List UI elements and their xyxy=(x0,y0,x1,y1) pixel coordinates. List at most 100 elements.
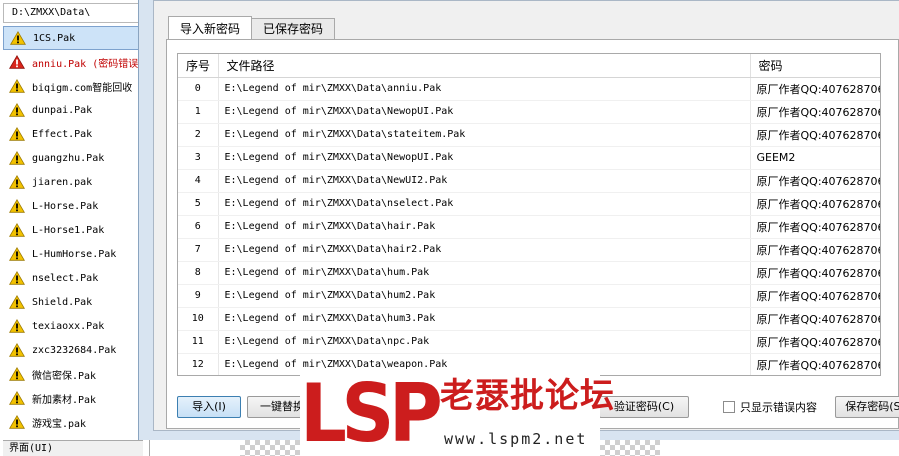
watermark-logo-text: LSP xyxy=(300,367,443,456)
cell-path: E:\Legend of mir\ZMXX\Data\hum3.Pak xyxy=(218,307,751,331)
table-row[interactable]: 1 E:\Legend of mir\ZMXX\Data\NewopUI.Pak 原… xyxy=(178,100,880,124)
file-list-item[interactable]: nselect.Pak xyxy=(3,266,150,290)
dialog-body: 导入新密码 已保存密码 序号 文件路径 密码 0 E:\Legend of mi… xyxy=(153,0,899,431)
file-name: texiaoxx.Pak xyxy=(32,320,105,332)
cell-index: 8 xyxy=(178,261,219,285)
warning-icon xyxy=(9,247,25,261)
table-row[interactable]: 5 E:\Legend of mir\ZMXX\Data\nselect.Pak 原… xyxy=(178,192,880,216)
table-row[interactable]: 10 E:\Legend of mir\ZMXX\Data\hum3.Pak 原厂作… xyxy=(178,307,880,331)
tab-import-new[interactable]: 导入新密码 xyxy=(168,16,253,40)
file-name: L-Horse.Pak xyxy=(32,200,99,212)
table-row[interactable]: 3 E:\Legend of mir\ZMXX\Data\NewopUI.Pak G… xyxy=(178,146,880,170)
table-row[interactable]: 8 E:\Legend of mir\ZMXX\Data\hum.Pak 原厂作者Q… xyxy=(178,261,880,285)
file-list-item[interactable]: texiaoxx.Pak xyxy=(3,314,150,338)
column-header-path[interactable]: 文件路径 xyxy=(218,54,751,78)
cell-password: 原厂作者QQ:407628706 xyxy=(750,77,880,101)
cell-password: 原厂作者QQ:407628706 xyxy=(750,238,880,262)
cell-index: 11 xyxy=(178,330,219,354)
table-row[interactable]: 6 E:\Legend of mir\ZMXX\Data\hair.Pak 原厂作者… xyxy=(178,215,880,239)
file-list-item[interactable]: 微信密保.Pak xyxy=(3,362,150,386)
cell-path: E:\Legend of mir\ZMXX\Data\nselect.Pak xyxy=(218,192,751,216)
checkbox-box[interactable] xyxy=(723,401,735,413)
file-list-item[interactable]: guangzhu.Pak xyxy=(3,146,150,170)
cell-path: E:\Legend of mir\ZMXX\Data\npc.Pak xyxy=(218,330,751,354)
file-list-item[interactable]: 1CS.Pak xyxy=(3,26,150,50)
file-list-item[interactable]: jiaren.pak xyxy=(3,170,150,194)
file-list-item[interactable]: biqigm.com智能回收 xyxy=(3,74,150,98)
save-password-button[interactable]: 保存密码(S) xyxy=(835,396,899,418)
file-list-item[interactable]: L-HumHorse.Pak xyxy=(3,242,150,266)
import-button[interactable]: 导入(I) xyxy=(177,396,241,418)
file-list-item[interactable]: anniu.Pak (密码错误) xyxy=(3,50,150,74)
cell-password: 原厂作者QQ:407628706 xyxy=(750,215,880,239)
file-name: dunpai.Pak xyxy=(32,104,93,116)
cell-path: E:\Legend of mir\ZMXX\Data\NewUI2.Pak xyxy=(218,169,751,193)
app-window: D:\ZMXX\Data\ 1CS.Pak anniu.Pak (密码错误) biq… xyxy=(0,0,899,456)
column-header-index[interactable]: 序号 xyxy=(178,54,219,78)
cell-index: 6 xyxy=(178,215,219,239)
file-list-item[interactable]: zxc3232684.Pak xyxy=(3,338,150,362)
file-list-item[interactable]: 新加素材.Pak xyxy=(3,386,150,410)
tab-panel: 序号 文件路径 密码 0 E:\Legend of mir\ZMXX\Data\a… xyxy=(166,39,899,429)
table-row[interactable]: 4 E:\Legend of mir\ZMXX\Data\NewUI2.Pak 原厂… xyxy=(178,169,880,193)
cell-index: 9 xyxy=(178,284,219,308)
cell-password: 原厂作者QQ:407628706 xyxy=(750,261,880,285)
warning-icon xyxy=(9,271,25,285)
warning-icon xyxy=(9,175,25,189)
warning-icon xyxy=(9,103,25,117)
cell-path: E:\Legend of mir\ZMXX\Data\stateitem.Pak xyxy=(218,123,751,147)
file-name: 游戏宝.pak xyxy=(32,418,87,430)
cell-index: 4 xyxy=(178,169,219,193)
file-list-item[interactable]: 游戏宝.pak xyxy=(3,410,150,434)
cell-password: 原厂作者QQ:407628706 xyxy=(750,123,880,147)
cell-path: E:\Legend of mir\ZMXX\Data\NewopUI.Pak xyxy=(218,146,751,170)
file-name: 新加素材.Pak xyxy=(32,394,97,406)
warning-icon xyxy=(9,415,25,429)
cell-index: 7 xyxy=(178,238,219,262)
file-name: 微信密保.Pak xyxy=(32,370,97,382)
tab-strip: 导入新密码 已保存密码 xyxy=(168,16,336,40)
column-header-password[interactable]: 密码 xyxy=(750,54,880,78)
file-name: biqigm.com智能回收 xyxy=(32,82,133,94)
cell-password: 原厂作者QQ:407628706 xyxy=(750,284,880,308)
warning-icon xyxy=(10,31,26,45)
cell-path: E:\Legend of mir\ZMXX\Data\hair.Pak xyxy=(218,215,751,239)
password-table[interactable]: 序号 文件路径 密码 0 E:\Legend of mir\ZMXX\Data\a… xyxy=(177,53,881,376)
file-name: nselect.Pak xyxy=(32,272,99,284)
only-errors-checkbox[interactable]: 只显示错误内容 xyxy=(723,399,817,415)
watermark-url: www.lspm2.net xyxy=(444,430,588,448)
cell-path: E:\Legend of mir\ZMXX\Data\anniu.Pak xyxy=(218,77,751,101)
table-row[interactable]: 2 E:\Legend of mir\ZMXX\Data\stateitem.Pa… xyxy=(178,123,880,147)
cell-password: 原厂作者QQ:407628706 xyxy=(750,169,880,193)
table-row[interactable]: 11 E:\Legend of mir\ZMXX\Data\npc.Pak 原厂作者… xyxy=(178,330,880,354)
cell-index: 2 xyxy=(178,123,219,147)
warning-icon xyxy=(9,343,25,357)
warning-icon xyxy=(9,127,25,141)
file-list-item[interactable]: L-Horse1.Pak xyxy=(3,218,150,242)
cell-password: 原厂作者QQ:407628706 xyxy=(750,307,880,331)
file-name: Shield.Pak xyxy=(32,296,93,308)
table-body: 0 E:\Legend of mir\ZMXX\Data\anniu.Pak 原厂作… xyxy=(178,77,880,375)
file-name: guangzhu.Pak xyxy=(32,152,105,164)
table-row[interactable]: 9 E:\Legend of mir\ZMXX\Data\hum2.Pak 原厂作者… xyxy=(178,284,880,308)
warning-icon xyxy=(9,79,25,93)
file-list-item[interactable]: Effect.Pak xyxy=(3,122,150,146)
file-list[interactable]: 1CS.Pak anniu.Pak (密码错误) biqigm.com智能回收 dun… xyxy=(3,26,150,436)
warning-icon xyxy=(9,319,25,333)
file-name: 1CS.Pak xyxy=(33,32,76,44)
cell-index: 0 xyxy=(178,77,219,101)
file-list-item[interactable]: Shield.Pak xyxy=(3,290,150,314)
watermark-site-name: 老瑟批论坛 xyxy=(440,376,615,416)
table-row[interactable]: 0 E:\Legend of mir\ZMXX\Data\anniu.Pak 原厂作… xyxy=(178,77,880,101)
file-list-item[interactable]: dunpai.Pak xyxy=(3,98,150,122)
cell-password: 原厂作者QQ:407628706 xyxy=(750,353,880,375)
file-name: L-HumHorse.Pak xyxy=(32,248,117,260)
file-list-item[interactable]: L-Horse.Pak xyxy=(3,194,150,218)
path-bar[interactable]: D:\ZMXX\Data\ xyxy=(3,3,149,23)
cell-password: 原厂作者QQ:407628706 xyxy=(750,100,880,124)
warning-icon xyxy=(9,199,25,213)
table-row[interactable]: 7 E:\Legend of mir\ZMXX\Data\hair2.Pak 原厂作… xyxy=(178,238,880,262)
tab-saved[interactable]: 已保存密码 xyxy=(251,18,336,40)
warning-icon xyxy=(9,151,25,165)
watermark-logo: LSP 老瑟批论坛 www.lspm2.net xyxy=(300,367,614,456)
